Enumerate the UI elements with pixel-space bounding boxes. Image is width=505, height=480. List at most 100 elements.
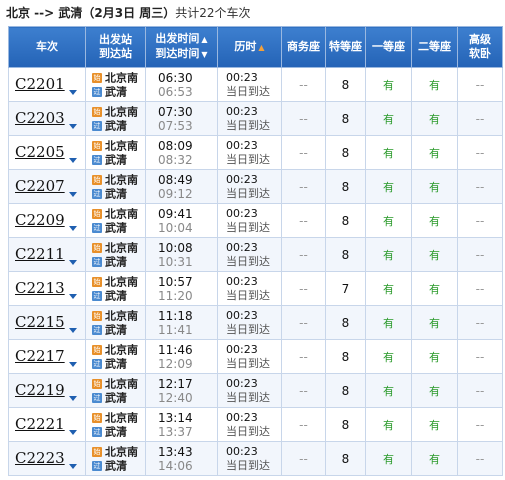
arrival-station: 武清 <box>105 289 127 302</box>
table-row: C2205 始北京南过武清 08:09 08:32 00:23 当日到达 -- 8 有有 -- <box>8 135 503 170</box>
chevron-down-icon[interactable] <box>68 123 77 129</box>
start-station-icon: 始 <box>92 107 102 117</box>
train-number-link[interactable]: C2215 <box>15 313 65 331</box>
train-cell: C2221 <box>8 407 86 442</box>
arrival-day: 当日到达 <box>226 84 270 98</box>
departure-time: 08:49 <box>158 172 193 187</box>
time-cell: 11:46 12:09 <box>145 339 218 374</box>
chevron-down-icon[interactable] <box>68 327 77 333</box>
duration-cell: 00:23 当日到达 <box>217 271 282 306</box>
departure-station: 北京南 <box>105 377 138 390</box>
arrival-day: 当日到达 <box>226 356 270 370</box>
train-number-link[interactable]: C2211 <box>15 245 65 263</box>
arrival-day: 当日到达 <box>226 220 270 234</box>
soft-sleeper-seat: -- <box>457 169 503 204</box>
special-seat: 8 <box>325 135 366 170</box>
table-row: C2203 始北京南过武清 07:30 07:53 00:23 当日到达 -- 8 有有 -- <box>8 101 503 136</box>
train-number-link[interactable]: C2213 <box>15 279 65 297</box>
duration-cell: 00:23 当日到达 <box>217 67 282 102</box>
duration-cell: 00:23 当日到达 <box>217 237 282 272</box>
train-number-link[interactable]: C2223 <box>15 449 65 467</box>
sort-up-icon[interactable]: ▲ <box>258 43 264 52</box>
first-class-seat: 有 <box>365 373 412 408</box>
chevron-down-icon[interactable] <box>68 361 77 367</box>
sort-up-icon[interactable]: ▲ <box>201 35 207 44</box>
special-seat: 8 <box>325 373 366 408</box>
time-cell: 13:43 14:06 <box>145 441 218 476</box>
chevron-down-icon[interactable] <box>68 191 77 197</box>
station-cell: 始北京南过武清 <box>85 373 146 408</box>
second-class-seat: 有 <box>411 67 458 102</box>
pass-station-icon: 过 <box>92 359 102 369</box>
departure-station: 北京南 <box>105 207 138 220</box>
arrival-day: 当日到达 <box>226 424 270 438</box>
duration-cell: 00:23 当日到达 <box>217 339 282 374</box>
station-cell: 始北京南过武清 <box>85 271 146 306</box>
special-seat: 8 <box>325 305 366 340</box>
business-seat: -- <box>281 203 326 238</box>
chevron-down-icon[interactable] <box>68 89 77 95</box>
arrival-station: 武清 <box>105 119 127 132</box>
station-cell: 始北京南过武清 <box>85 407 146 442</box>
duration-cell: 00:23 当日到达 <box>217 407 282 442</box>
train-number-link[interactable]: C2219 <box>15 381 65 399</box>
start-station-icon: 始 <box>92 311 102 321</box>
departure-time: 13:43 <box>158 444 193 459</box>
arrival-day: 当日到达 <box>226 458 270 472</box>
first-class-seat: 有 <box>365 135 412 170</box>
departure-time: 08:09 <box>158 138 193 153</box>
duration: 00:23 <box>226 444 258 458</box>
duration-cell: 00:23 当日到达 <box>217 135 282 170</box>
train-number-link[interactable]: C2205 <box>15 143 65 161</box>
col-first: 一等座 <box>365 26 412 68</box>
col-duration[interactable]: 历时 ▲ <box>217 26 282 68</box>
table-row: C2213 始北京南过武清 10:57 11:20 00:23 当日到达 -- 7 有有 -- <box>8 271 503 306</box>
chevron-down-icon[interactable] <box>68 225 77 231</box>
chevron-down-icon[interactable] <box>68 395 77 401</box>
train-number-link[interactable]: C2207 <box>15 177 65 195</box>
col-duration-label: 历时 <box>234 39 257 53</box>
departure-time: 07:30 <box>158 104 193 119</box>
soft-sleeper-seat: -- <box>457 237 503 272</box>
pass-station-icon: 过 <box>92 189 102 199</box>
departure-station: 北京南 <box>105 241 138 254</box>
business-seat: -- <box>281 407 326 442</box>
chevron-down-icon[interactable] <box>68 293 77 299</box>
time-cell: 13:14 13:37 <box>145 407 218 442</box>
col-time[interactable]: 出发时间 ▲ 到达时间 ▼ <box>145 26 218 68</box>
departure-time: 11:46 <box>158 342 193 357</box>
train-number-link[interactable]: C2209 <box>15 211 65 229</box>
station-cell: 始北京南过武清 <box>85 203 146 238</box>
departure-station: 北京南 <box>105 411 138 424</box>
time-cell: 07:30 07:53 <box>145 101 218 136</box>
col-soft: 高级 软卧 <box>457 26 503 68</box>
train-number-link[interactable]: C2217 <box>15 347 65 365</box>
chevron-down-icon[interactable] <box>68 157 77 163</box>
chevron-down-icon[interactable] <box>68 259 77 265</box>
train-number-link[interactable]: C2201 <box>15 75 65 93</box>
chevron-down-icon[interactable] <box>68 429 77 435</box>
first-class-seat: 有 <box>365 441 412 476</box>
col-station[interactable]: 出发站 到达站 <box>85 26 146 68</box>
departure-time: 06:30 <box>158 70 193 85</box>
train-cell: C2207 <box>8 169 86 204</box>
train-number-link[interactable]: C2203 <box>15 109 65 127</box>
arrival-station: 武清 <box>105 323 127 336</box>
arrival-station: 武清 <box>105 425 127 438</box>
pass-station-icon: 过 <box>92 121 102 131</box>
duration: 00:23 <box>226 172 258 186</box>
first-class-seat: 有 <box>365 67 412 102</box>
start-station-icon: 始 <box>92 345 102 355</box>
train-cell: C2213 <box>8 271 86 306</box>
arrival-station: 武清 <box>105 357 127 370</box>
start-station-icon: 始 <box>92 175 102 185</box>
chevron-down-icon[interactable] <box>68 463 77 469</box>
train-cell: C2211 <box>8 237 86 272</box>
train-number-link[interactable]: C2221 <box>15 415 65 433</box>
col-train[interactable]: 车次 <box>8 26 86 68</box>
second-class-seat: 有 <box>411 135 458 170</box>
sort-down-icon[interactable]: ▼ <box>201 50 207 59</box>
table-row: C2221 始北京南过武清 13:14 13:37 00:23 当日到达 -- 8 有有 -- <box>8 407 503 442</box>
duration: 00:23 <box>226 240 258 254</box>
start-station-icon: 始 <box>92 277 102 287</box>
